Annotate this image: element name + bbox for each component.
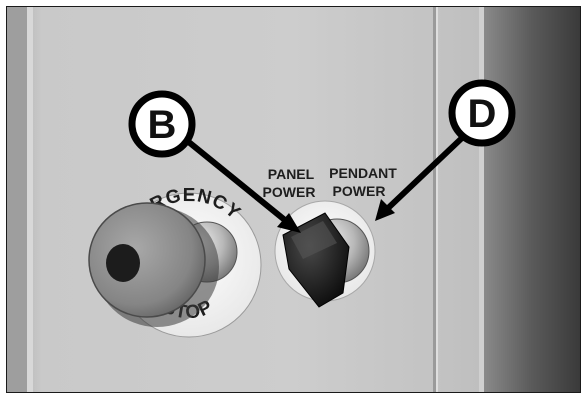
control-panel-photo: ERGENCY STOP PANEL POWER PENDANT POWER B… (7, 7, 580, 392)
callout-d-letter: D (468, 92, 497, 136)
pendant-power-label-line1: PENDANT (329, 165, 397, 181)
panel-seam-highlight (436, 7, 438, 392)
callout-b-letter: B (148, 103, 177, 147)
panel-seam (433, 7, 436, 392)
emergency-stop-center-dot (106, 244, 140, 282)
door-edge-highlight (479, 7, 484, 392)
left-edge (7, 7, 27, 392)
door-edge (484, 7, 580, 392)
pendant-power-label-line2: POWER (333, 183, 386, 199)
photo-frame: ERGENCY STOP PANEL POWER PENDANT POWER B… (6, 6, 581, 393)
panel-power-label-line1: PANEL (268, 166, 315, 182)
panel-power-label-line2: POWER (263, 184, 316, 200)
left-edge-highlight (27, 7, 33, 392)
